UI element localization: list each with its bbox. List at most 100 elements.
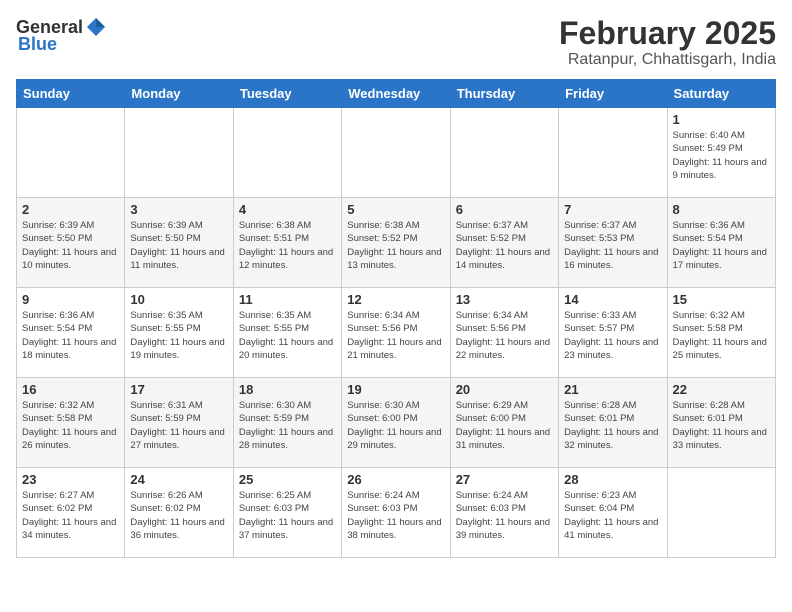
header-monday: Monday <box>125 80 233 108</box>
day-info: Sunrise: 6:38 AMSunset: 5:52 PMDaylight:… <box>347 220 441 271</box>
logo-flag-icon <box>85 16 107 38</box>
day-info: Sunrise: 6:35 AMSunset: 5:55 PMDaylight:… <box>239 310 333 361</box>
day-number: 15 <box>673 292 770 307</box>
calendar-cell: 22 Sunrise: 6:28 AMSunset: 6:01 PMDaylig… <box>667 378 775 468</box>
calendar-cell <box>667 468 775 558</box>
day-number: 25 <box>239 472 336 487</box>
calendar-cell: 10 Sunrise: 6:35 AMSunset: 5:55 PMDaylig… <box>125 288 233 378</box>
day-number: 12 <box>347 292 444 307</box>
calendar-title: February 2025 <box>559 16 776 51</box>
calendar-cell: 5 Sunrise: 6:38 AMSunset: 5:52 PMDayligh… <box>342 198 450 288</box>
day-info: Sunrise: 6:23 AMSunset: 6:04 PMDaylight:… <box>564 490 658 541</box>
title-block: February 2025 Ratanpur, Chhattisgarh, In… <box>559 16 776 69</box>
day-number: 10 <box>130 292 227 307</box>
day-info: Sunrise: 6:28 AMSunset: 6:01 PMDaylight:… <box>673 400 767 451</box>
day-info: Sunrise: 6:30 AMSunset: 5:59 PMDaylight:… <box>239 400 333 451</box>
day-number: 18 <box>239 382 336 397</box>
calendar-cell: 1 Sunrise: 6:40 AMSunset: 5:49 PMDayligh… <box>667 108 775 198</box>
week-row-3: 9 Sunrise: 6:36 AMSunset: 5:54 PMDayligh… <box>17 288 776 378</box>
calendar-cell: 16 Sunrise: 6:32 AMSunset: 5:58 PMDaylig… <box>17 378 125 468</box>
day-info: Sunrise: 6:36 AMSunset: 5:54 PMDaylight:… <box>22 310 116 361</box>
day-number: 1 <box>673 112 770 127</box>
calendar-cell: 23 Sunrise: 6:27 AMSunset: 6:02 PMDaylig… <box>17 468 125 558</box>
header-tuesday: Tuesday <box>233 80 341 108</box>
day-number: 14 <box>564 292 661 307</box>
day-info: Sunrise: 6:24 AMSunset: 6:03 PMDaylight:… <box>456 490 550 541</box>
week-row-5: 23 Sunrise: 6:27 AMSunset: 6:02 PMDaylig… <box>17 468 776 558</box>
header-sunday: Sunday <box>17 80 125 108</box>
day-number: 6 <box>456 202 553 217</box>
calendar-cell: 12 Sunrise: 6:34 AMSunset: 5:56 PMDaylig… <box>342 288 450 378</box>
calendar-cell: 28 Sunrise: 6:23 AMSunset: 6:04 PMDaylig… <box>559 468 667 558</box>
day-info: Sunrise: 6:29 AMSunset: 6:00 PMDaylight:… <box>456 400 550 451</box>
logo: General Blue <box>16 16 107 55</box>
calendar-cell: 24 Sunrise: 6:26 AMSunset: 6:02 PMDaylig… <box>125 468 233 558</box>
week-row-4: 16 Sunrise: 6:32 AMSunset: 5:58 PMDaylig… <box>17 378 776 468</box>
day-info: Sunrise: 6:30 AMSunset: 6:00 PMDaylight:… <box>347 400 441 451</box>
day-info: Sunrise: 6:31 AMSunset: 5:59 PMDaylight:… <box>130 400 224 451</box>
day-info: Sunrise: 6:25 AMSunset: 6:03 PMDaylight:… <box>239 490 333 541</box>
calendar-cell: 18 Sunrise: 6:30 AMSunset: 5:59 PMDaylig… <box>233 378 341 468</box>
day-info: Sunrise: 6:34 AMSunset: 5:56 PMDaylight:… <box>456 310 550 361</box>
calendar-cell <box>233 108 341 198</box>
header-wednesday: Wednesday <box>342 80 450 108</box>
calendar-table: Sunday Monday Tuesday Wednesday Thursday… <box>16 79 776 558</box>
day-number: 9 <box>22 292 119 307</box>
calendar-cell <box>17 108 125 198</box>
day-number: 2 <box>22 202 119 217</box>
calendar-cell: 26 Sunrise: 6:24 AMSunset: 6:03 PMDaylig… <box>342 468 450 558</box>
calendar-cell: 19 Sunrise: 6:30 AMSunset: 6:00 PMDaylig… <box>342 378 450 468</box>
day-number: 24 <box>130 472 227 487</box>
weekday-header-row: Sunday Monday Tuesday Wednesday Thursday… <box>17 80 776 108</box>
calendar-subtitle: Ratanpur, Chhattisgarh, India <box>559 51 776 69</box>
calendar-cell: 3 Sunrise: 6:39 AMSunset: 5:50 PMDayligh… <box>125 198 233 288</box>
day-info: Sunrise: 6:40 AMSunset: 5:49 PMDaylight:… <box>673 130 767 181</box>
week-row-1: 1 Sunrise: 6:40 AMSunset: 5:49 PMDayligh… <box>17 108 776 198</box>
header-saturday: Saturday <box>667 80 775 108</box>
calendar-cell: 6 Sunrise: 6:37 AMSunset: 5:52 PMDayligh… <box>450 198 558 288</box>
week-row-2: 2 Sunrise: 6:39 AMSunset: 5:50 PMDayligh… <box>17 198 776 288</box>
day-number: 13 <box>456 292 553 307</box>
logo-blue-text: Blue <box>18 34 57 55</box>
calendar-cell <box>342 108 450 198</box>
header-thursday: Thursday <box>450 80 558 108</box>
day-number: 7 <box>564 202 661 217</box>
page-header: General Blue February 2025 Ratanpur, Chh… <box>16 16 776 69</box>
day-info: Sunrise: 6:32 AMSunset: 5:58 PMDaylight:… <box>22 400 116 451</box>
calendar-cell: 21 Sunrise: 6:28 AMSunset: 6:01 PMDaylig… <box>559 378 667 468</box>
day-info: Sunrise: 6:39 AMSunset: 5:50 PMDaylight:… <box>130 220 224 271</box>
calendar-cell <box>559 108 667 198</box>
calendar-cell <box>450 108 558 198</box>
header-friday: Friday <box>559 80 667 108</box>
day-number: 16 <box>22 382 119 397</box>
calendar-cell: 17 Sunrise: 6:31 AMSunset: 5:59 PMDaylig… <box>125 378 233 468</box>
day-number: 20 <box>456 382 553 397</box>
day-info: Sunrise: 6:37 AMSunset: 5:53 PMDaylight:… <box>564 220 658 271</box>
calendar-cell: 13 Sunrise: 6:34 AMSunset: 5:56 PMDaylig… <box>450 288 558 378</box>
calendar-cell: 4 Sunrise: 6:38 AMSunset: 5:51 PMDayligh… <box>233 198 341 288</box>
calendar-cell: 11 Sunrise: 6:35 AMSunset: 5:55 PMDaylig… <box>233 288 341 378</box>
calendar-cell: 7 Sunrise: 6:37 AMSunset: 5:53 PMDayligh… <box>559 198 667 288</box>
day-number: 3 <box>130 202 227 217</box>
calendar-cell: 8 Sunrise: 6:36 AMSunset: 5:54 PMDayligh… <box>667 198 775 288</box>
calendar-cell: 2 Sunrise: 6:39 AMSunset: 5:50 PMDayligh… <box>17 198 125 288</box>
day-number: 27 <box>456 472 553 487</box>
calendar-cell: 14 Sunrise: 6:33 AMSunset: 5:57 PMDaylig… <box>559 288 667 378</box>
calendar-cell <box>125 108 233 198</box>
day-number: 28 <box>564 472 661 487</box>
day-number: 23 <box>22 472 119 487</box>
day-number: 17 <box>130 382 227 397</box>
day-number: 21 <box>564 382 661 397</box>
day-info: Sunrise: 6:24 AMSunset: 6:03 PMDaylight:… <box>347 490 441 541</box>
day-info: Sunrise: 6:35 AMSunset: 5:55 PMDaylight:… <box>130 310 224 361</box>
day-number: 26 <box>347 472 444 487</box>
day-info: Sunrise: 6:33 AMSunset: 5:57 PMDaylight:… <box>564 310 658 361</box>
day-info: Sunrise: 6:39 AMSunset: 5:50 PMDaylight:… <box>22 220 116 271</box>
day-info: Sunrise: 6:26 AMSunset: 6:02 PMDaylight:… <box>130 490 224 541</box>
calendar-cell: 9 Sunrise: 6:36 AMSunset: 5:54 PMDayligh… <box>17 288 125 378</box>
day-info: Sunrise: 6:28 AMSunset: 6:01 PMDaylight:… <box>564 400 658 451</box>
calendar-cell: 15 Sunrise: 6:32 AMSunset: 5:58 PMDaylig… <box>667 288 775 378</box>
calendar-cell: 25 Sunrise: 6:25 AMSunset: 6:03 PMDaylig… <box>233 468 341 558</box>
calendar-cell: 27 Sunrise: 6:24 AMSunset: 6:03 PMDaylig… <box>450 468 558 558</box>
day-number: 4 <box>239 202 336 217</box>
